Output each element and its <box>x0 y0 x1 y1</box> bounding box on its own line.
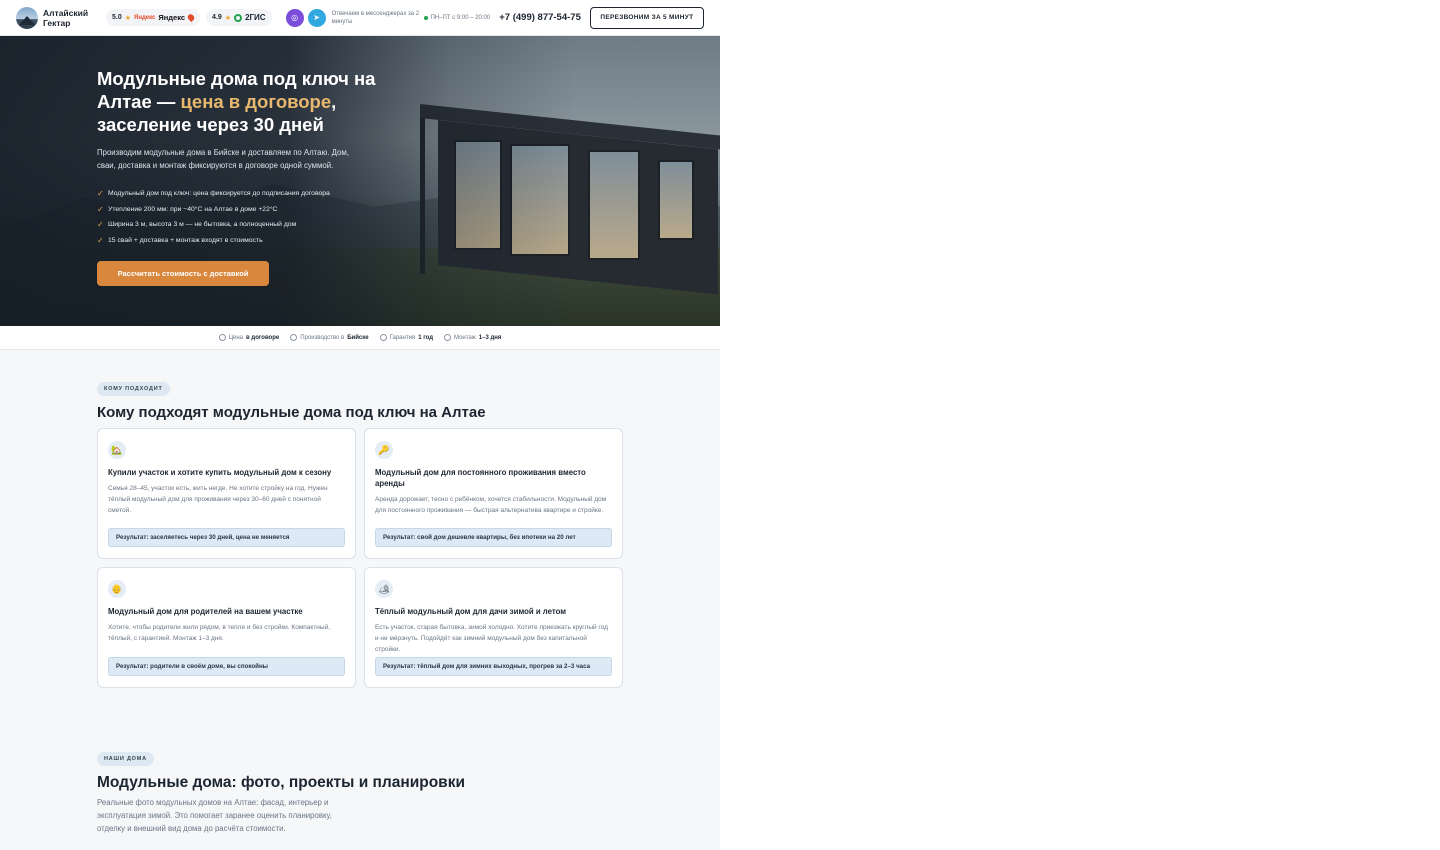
section-title-homes: Модульные дома: фото, проекты и планиров… <box>97 774 465 791</box>
rating-score: 5.0 <box>112 14 122 21</box>
telegram-icon[interactable]: ➤ <box>307 8 326 27</box>
trust-item-warranty: Гарантия 1 год <box>379 334 433 341</box>
card-title: Модульный дом для постоянного проживания… <box>375 468 586 488</box>
trust-item-price: Цена в договоре <box>218 334 279 341</box>
benefit-item: ✓ Модульный дом под ключ: цена фиксируетс… <box>97 189 330 199</box>
card-result: Результат: родители в своём доме, вы спо… <box>108 657 345 676</box>
yandex-rating-badge[interactable]: 5.0 ★ Яндекс Яндекс <box>106 9 201 26</box>
trust-item-production: Производство в Бийске <box>290 334 369 341</box>
hero-subtitle: Производим модульные дома в Бийске и дос… <box>97 148 349 170</box>
audience-cards: 🏡 Купили участок и хотите купить модульн… <box>97 428 623 688</box>
check-icon: ✓ <box>97 189 104 199</box>
working-hours: ПН–ПТ с 9:00 – 20:00 <box>423 14 491 21</box>
section-subtitle-homes: Реальные фото модульных домов на Алтае: … <box>97 798 332 833</box>
2gis-logo-icon <box>234 13 243 22</box>
audience-card: 🏕 Тёплый модульный дом для дачи зимой и … <box>364 567 623 688</box>
yandex-label: Яндекс <box>158 13 186 22</box>
camping-icon: 🏕 <box>375 580 393 598</box>
hero-section: Модульные дома под ключ на Алтае — цена … <box>0 36 720 326</box>
card-result: Результат: тёплый дом для зимних выходны… <box>375 657 612 676</box>
star-icon: ★ <box>124 14 132 22</box>
site-header: Алтайский Гектар 5.0 ★ Яндекс Яндекс 4.9… <box>0 0 720 36</box>
card-title: Тёплый модульный дом для дачи зимой и ле… <box>375 607 567 616</box>
calculate-cost-button[interactable]: Рассчитать стоимость с доставкой <box>97 261 269 286</box>
logo[interactable]: Алтайский Гектар <box>16 6 98 29</box>
section-chip-fit: КОМУ ПОДХОДИТ <box>97 382 170 396</box>
audience-card: 🏡 Купили участок и хотите купить модульн… <box>97 428 356 559</box>
elderly-person-icon: 👴 <box>108 580 126 598</box>
max-messenger-icon[interactable]: ◎ <box>285 8 304 27</box>
section-chip-homes: НАШИ ДОМА <box>97 752 154 766</box>
clock-icon <box>379 334 387 341</box>
hours-text: ПН–ПТ с 9:00 – 20:00 <box>430 14 491 21</box>
check-icon: ✓ <box>97 220 104 230</box>
check-icon: ✓ <box>97 204 104 214</box>
card-result: Результат: заселяетесь через 30 дней, це… <box>108 528 345 547</box>
card-result: Результат: свой дом дешевле квартиры, бе… <box>375 528 612 547</box>
shield-icon <box>218 334 226 341</box>
star-icon: ★ <box>224 14 232 22</box>
trust-item-install: Монтаж 1–3 дня <box>444 334 501 341</box>
hero-benefits-list: ✓ Модульный дом под ключ: цена фиксируетс… <box>97 186 397 248</box>
mountain-logo-icon <box>16 6 38 29</box>
logo-text: Алтайский Гектар <box>43 7 89 28</box>
messenger-note: Отвечаем в мессенджерах за 2 минуты <box>331 10 420 25</box>
yandex-pin-icon <box>186 12 196 23</box>
2gis-label: 2ГИС <box>245 13 266 22</box>
2gis-rating-badge[interactable]: 4.9 ★ 2ГИС <box>206 9 272 26</box>
card-text: Семья 28–45, участок есть, жить негде. Н… <box>108 485 328 514</box>
card-text: Аренда дорожает, тесно с ребёнком, хочет… <box>375 496 607 514</box>
key-icon: 🔑 <box>375 441 393 459</box>
tools-icon <box>444 334 452 341</box>
card-text: Есть участок, старая бытовка, зимой холо… <box>375 624 608 653</box>
page: Алтайский Гектар 5.0 ★ Яндекс Яндекс 4.9… <box>0 0 720 850</box>
messenger-links: ◎ ➤ <box>285 8 326 27</box>
benefit-item: ✓ Ширина 3 м, высота 3 м — не бытовка, а … <box>97 220 297 230</box>
hero-title: Модульные дома под ключ на Алтае — цена … <box>97 68 376 135</box>
benefit-item: ✓ Утепление 200 мм: при −40°C на Алтае в … <box>97 204 278 214</box>
trust-bar: Цена в договоре Производство в Бийске Га… <box>0 326 720 350</box>
online-status-dot-icon <box>423 15 428 20</box>
card-title: Купили участок и хотите купить модульный… <box>108 468 332 477</box>
check-icon: ✓ <box>97 235 104 245</box>
card-text: Хотите, чтобы родители жили рядом, в теп… <box>108 624 331 642</box>
hero-content: Модульные дома под ключ на Алтае — цена … <box>97 67 397 286</box>
phone-link[interactable]: +7 (499) 877-54-75 <box>499 12 581 23</box>
benefit-item: ✓ 15 свай + доставка + монтаж входят в ст… <box>97 235 263 245</box>
location-pin-icon <box>290 334 298 341</box>
hero-title-accent: цена в договоре <box>180 91 332 112</box>
rating-score: 4.9 <box>212 14 222 21</box>
house-icon: 🏡 <box>108 441 126 459</box>
yandex-small-label: Яндекс <box>134 14 156 21</box>
card-title: Модульный дом для родителей на вашем уча… <box>108 607 303 616</box>
section-title-fit: Кому подходят модульные дома под ключ на… <box>97 404 486 421</box>
callback-button[interactable]: ПЕРЕЗВОНИМ ЗА 5 МИНУТ <box>589 6 704 29</box>
audience-card: 🔑 Модульный дом для постоянного проживан… <box>364 428 623 559</box>
audience-card: 👴 Модульный дом для родителей на вашем у… <box>97 567 356 688</box>
